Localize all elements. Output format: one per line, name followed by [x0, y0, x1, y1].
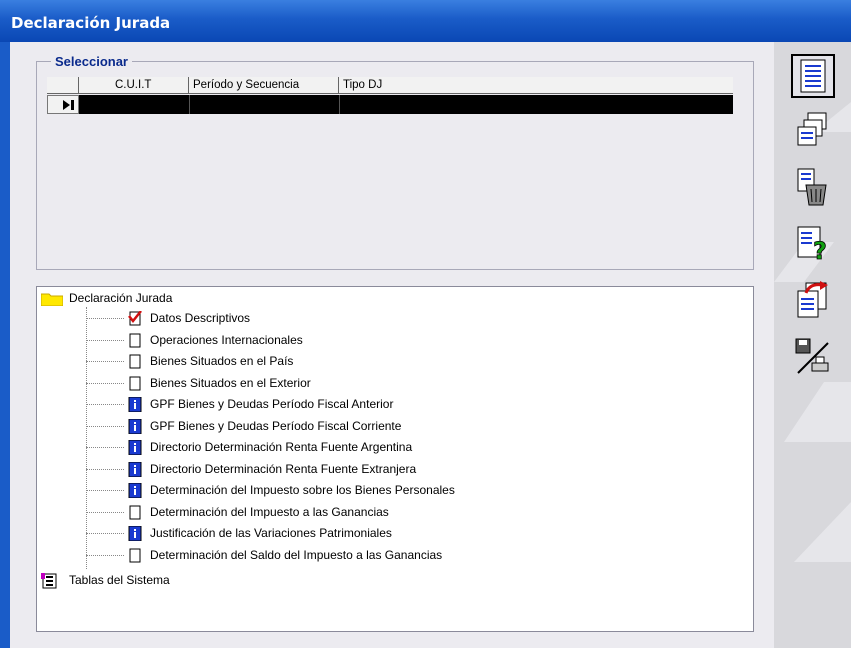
tree-item-label: GPF Bienes y Deudas Período Fiscal Anter… — [150, 397, 394, 411]
tree-item-label: Determinación del Impuesto a las Gananci… — [150, 504, 389, 519]
checked-document-icon — [128, 311, 142, 326]
info-book-icon — [128, 418, 142, 434]
select-legend: Seleccionar — [55, 54, 128, 69]
row-indicator[interactable] — [47, 95, 79, 114]
tree-root-label: Declaración Jurada — [69, 291, 173, 305]
folder-icon — [41, 293, 63, 306]
declarations-grid[interactable]: C.U.I.T Período y Secuencia Tipo DJ — [47, 77, 733, 243]
list-document-button[interactable] — [791, 54, 835, 98]
window-title: Declaración Jurada — [11, 14, 171, 32]
tree-root2-label: Tablas del Sistema — [69, 573, 170, 587]
delete-document-icon — [797, 168, 827, 206]
column-cuit[interactable]: C.U.I.T — [79, 77, 189, 93]
info-book-icon — [128, 440, 142, 455]
info-book-icon — [128, 526, 142, 541]
tree-connector — [86, 307, 87, 569]
save-print-icon — [795, 338, 829, 374]
tree-item-label: Directorio Determinación Renta Fuente Ex… — [150, 461, 417, 476]
tree-item-label: GPF Bienes y Deudas Período Fiscal Corri… — [150, 418, 402, 433]
svg-text:?: ? — [813, 237, 827, 263]
table-book-icon — [41, 573, 57, 589]
save-print-button[interactable] — [791, 334, 835, 378]
tree-item-label: Directorio Determinación Renta Fuente Ar… — [150, 440, 413, 454]
help-document-button[interactable]: ? — [791, 222, 835, 266]
grid-header: C.U.I.T Período y Secuencia Tipo DJ — [47, 77, 733, 94]
column-tipo-dj[interactable]: Tipo DJ — [339, 77, 733, 93]
blank-document-icon — [129, 505, 141, 519]
blank-document-icon — [129, 333, 141, 347]
delete-document-button[interactable] — [791, 166, 835, 210]
export-document-icon — [797, 281, 828, 318]
list-document-icon — [800, 59, 826, 93]
tree-item-label: Operaciones Internacionales — [150, 332, 303, 347]
tree-item-label: Bienes Situados en el Exterior — [150, 375, 311, 390]
blank-document-icon — [129, 354, 141, 369]
table-row[interactable] — [47, 95, 733, 114]
blank-document-icon — [129, 376, 141, 390]
copy-documents-icon — [797, 112, 827, 146]
window-title-bar[interactable]: Declaración Jurada — [0, 0, 851, 42]
tree-item-label: Bienes Situados en el País — [150, 354, 294, 368]
header-indicator-cell — [47, 77, 79, 93]
copy-documents-button[interactable] — [791, 110, 835, 154]
info-book-icon — [128, 483, 142, 498]
info-book-icon — [128, 397, 142, 412]
help-document-icon: ? — [797, 226, 827, 265]
tree-item-label: Determinación del Saldo del Impuesto a l… — [150, 547, 443, 562]
info-book-icon — [128, 461, 142, 477]
tree-item-label: Determinación del Impuesto sobre los Bie… — [150, 483, 455, 497]
arrow-right-icon — [63, 100, 70, 110]
export-document-button[interactable] — [791, 278, 835, 322]
column-periodo[interactable]: Período y Secuencia — [189, 77, 339, 93]
blank-document-icon — [129, 548, 141, 562]
tree-item-label: Datos Descriptivos — [150, 311, 251, 325]
window-frame — [0, 42, 10, 648]
tree-view[interactable]: Declaración Jurada Datos Descriptivos Ope… — [36, 286, 754, 632]
tree-item-label: Justificación de las Variaciones Patrimo… — [150, 526, 392, 540]
